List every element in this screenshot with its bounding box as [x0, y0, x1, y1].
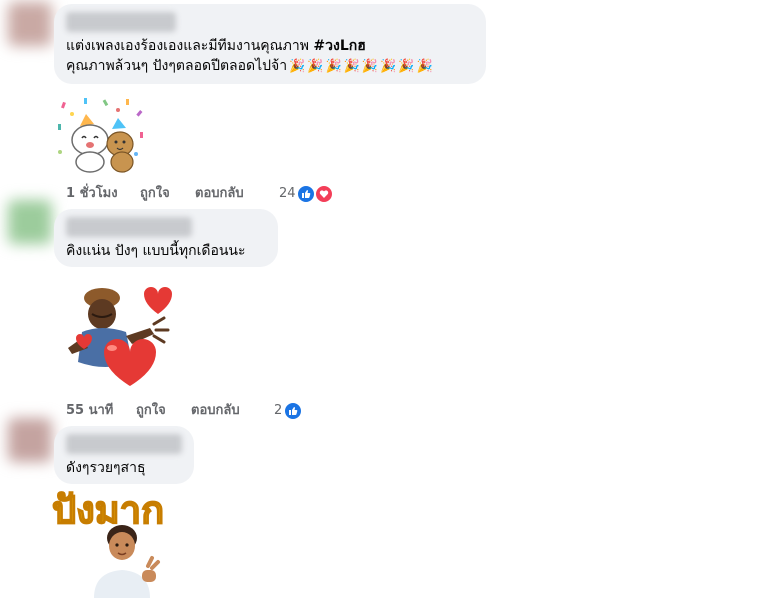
party-popper-icon: 🎉 [325, 59, 342, 74]
reply-button[interactable]: ตอบกลับ [195, 185, 244, 203]
commenter-name-redacted[interactable] [66, 12, 176, 32]
love-icon [315, 185, 333, 203]
party-popper-icon: 🎉 [361, 59, 379, 74]
party-popper-icon: 🎉 [307, 59, 324, 74]
commenter-name-redacted[interactable] [66, 217, 192, 237]
comment-text: แต่งเพลงเองร้องเองและมีทีมงานคุณภาพ #วงL… [66, 36, 474, 56]
commenter-avatar[interactable] [8, 418, 52, 462]
avatar-finger-heart-figure [94, 525, 160, 598]
party-popper-icon: 🎉 [380, 59, 397, 74]
reaction-summary[interactable]: 24 [279, 185, 339, 203]
comment-text: ดังๆรวยๆสาธุ [66, 460, 146, 476]
pang-mak-sticker: ปังมาก [50, 488, 200, 598]
hashtag-link[interactable]: #วงLกฮ [313, 38, 365, 54]
commenter-name-redacted[interactable] [66, 434, 182, 454]
reaction-count: 2 [274, 403, 283, 418]
party-popper-icon: 🎉 [398, 59, 415, 74]
like-icon [284, 402, 302, 420]
party-popper-icon: 🎉 [343, 59, 360, 74]
commenter-avatar[interactable] [8, 2, 52, 46]
reply-button[interactable]: ตอบกลับ [191, 402, 240, 420]
comment-timestamp[interactable]: 55 นาที [66, 402, 113, 420]
like-icon [297, 185, 315, 203]
comment-timestamp[interactable]: 1 ชั่วโมง [66, 185, 118, 203]
reaction-count: 24 [279, 186, 296, 201]
comment-text-line: แต่งเพลงเองร้องเองและมีทีมงานคุณภาพ [66, 38, 314, 54]
like-comment-button[interactable]: ถูกใจ [140, 185, 170, 203]
comment-bubble: คิงแน่น ปังๆ แบบนี้ทุกเดือนนะ [54, 209, 278, 267]
comment-text: คิงแน่น ปังๆ แบบนี้ทุกเดือนนะ [66, 243, 246, 259]
party-popper-icon: 🎉 [416, 59, 433, 74]
like-comment-button[interactable]: ถูกใจ [136, 402, 166, 420]
comment-bubble: แต่งเพลงเองร้องเองและมีทีมงานคุณภาพ #วงL… [54, 4, 486, 84]
party-popper-icon: 🎉 [289, 59, 306, 74]
reaction-summary[interactable]: 2 [274, 402, 314, 420]
comment-text-line: คุณภาพล้วนๆ ปังๆตลอดปีตลอดไปจ้า 🎉 🎉 🎉 🎉 🎉 🎉 🎉 🎉 [66, 56, 474, 77]
avatar-hearts-sticker [68, 287, 172, 386]
bear-bunny-party-sticker [58, 98, 143, 173]
party-popper-emojis: 🎉 🎉 🎉 🎉 🎉 🎉 🎉 🎉 [287, 58, 433, 74]
commenter-avatar[interactable] [8, 200, 52, 244]
comment-bubble: ดังๆรวยๆสาธุ [54, 426, 194, 484]
